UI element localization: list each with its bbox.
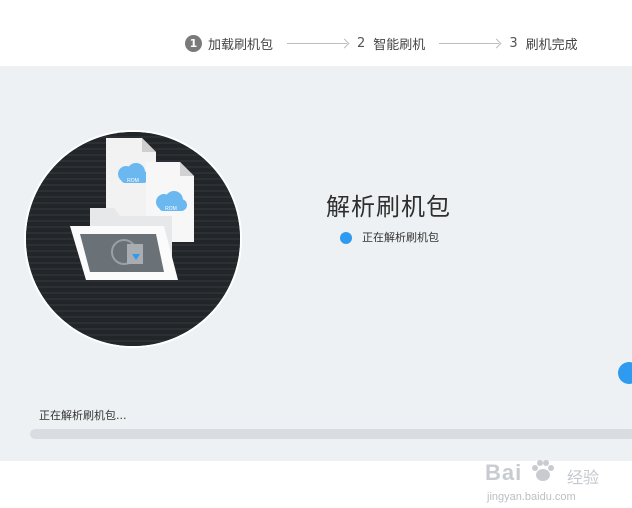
step-1-number-badge: 1 (185, 34, 202, 52)
arrow-right-icon (287, 42, 348, 44)
step-2-number: 2 (357, 35, 366, 51)
side-indicator-dot (618, 362, 632, 384)
main-panel: ROM ROM 解析刷机包 正在解析刷机包 正在解析刷机包... Bai 经验 … (0, 66, 632, 503)
panel-title: 解析刷机包 (326, 193, 451, 221)
progress-bar (30, 429, 632, 439)
progress-status-text: 正在解析刷机包... (39, 409, 127, 422)
rom-badge-text: ROM (165, 206, 177, 212)
paw-icon (532, 460, 554, 481)
step-2-label: 智能刷机 (373, 37, 426, 53)
step-2: 2 智能刷机 (357, 34, 425, 53)
step-3-number: 3 (509, 35, 518, 51)
top-bar: 1 加载刷机包 2 智能刷机 3 刷机完成 (0, 0, 632, 66)
arrow-right-icon (439, 42, 500, 44)
watermark-url: jingyan.baidu.com (487, 491, 576, 503)
rom-parse-illustration: ROM ROM (24, 130, 242, 348)
step-3: 3 刷机完成 (509, 34, 577, 53)
step-1-label: 加载刷机包 (208, 37, 274, 53)
step-3-label: 刷机完成 (525, 37, 578, 53)
status-indicator-dot (340, 232, 352, 244)
step-1: 1 加载刷机包 (185, 34, 273, 53)
status-text: 正在解析刷机包 (362, 231, 439, 244)
watermark-brand: Bai (485, 460, 523, 485)
step-indicator: 1 加载刷机包 2 智能刷机 3 刷机完成 (185, 33, 578, 53)
rom-badge-text: ROM (127, 178, 139, 184)
watermark-cn: 经验 (567, 468, 600, 487)
watermark: Bai 经验 jingyan.baidu.com (485, 458, 625, 508)
